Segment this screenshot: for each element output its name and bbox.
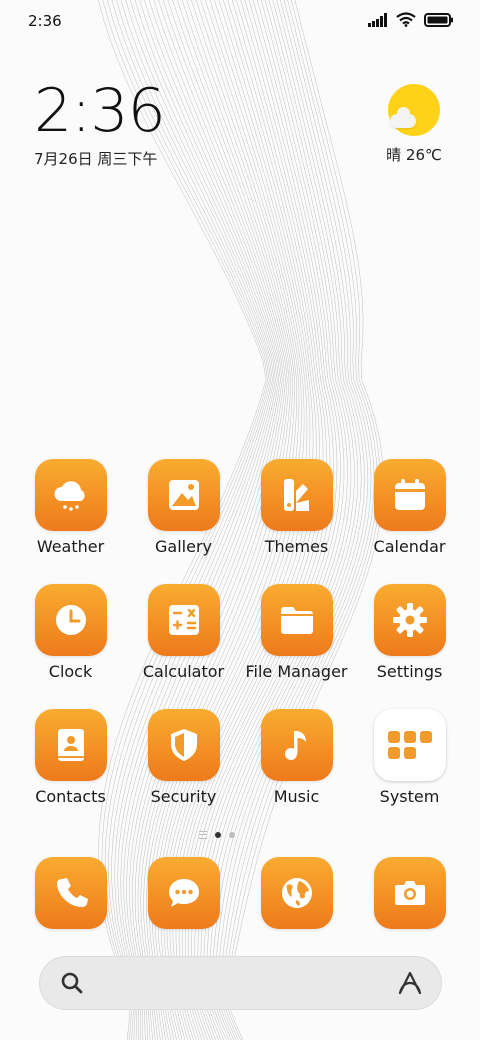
status-time: 2:36 [28,12,62,30]
assistant-icon[interactable] [396,969,424,997]
cloud-icon [34,459,107,531]
widget-time: 2:36 [34,76,166,146]
clock-icon [34,584,107,656]
status-bar: 2:36 [0,0,480,44]
app-contacts[interactable]: Contacts [14,709,127,806]
calculator-icon [147,584,220,656]
app-label: Security [150,787,217,806]
app-label: Music [273,787,320,806]
app-themes[interactable]: Themes [240,459,353,556]
app-calculator[interactable]: Calculator [127,584,240,681]
contacts-icon [34,709,107,781]
app-system-folder[interactable]: System [353,709,466,806]
app-calendar[interactable]: Calendar [353,459,466,556]
app-drawer-indicator [199,831,207,839]
app-label: File Manager [245,662,348,681]
palette-icon [260,459,333,531]
signal-icon [368,12,387,27]
app-file-manager[interactable]: File Manager [240,584,353,681]
dock-browser[interactable] [240,857,353,929]
status-icons [368,12,454,27]
app-clock[interactable]: Clock [14,584,127,681]
music-note-icon [260,709,333,781]
calendar-icon [373,459,446,531]
page-dot-current [215,832,221,838]
dock-messages[interactable] [127,857,240,929]
globe-icon [260,857,333,929]
app-label: Contacts [35,787,106,806]
shield-icon [147,709,220,781]
widget-date: 7月26日 周三下午 [34,150,158,168]
clock-widget[interactable]: 2:36 7月26日 周三下午 [34,76,166,169]
app-label: System [379,787,440,806]
app-label: Settings [376,662,443,681]
battery-icon [424,12,453,27]
dock [14,857,466,929]
phone-icon [34,857,107,929]
dock-phone[interactable] [14,857,127,929]
folder-grid-icon [373,709,446,781]
app-label: Calendar [373,537,446,556]
page-dot [229,832,235,838]
weather-text: 晴 26℃ [386,146,442,164]
folder-icon [260,584,333,656]
app-label: Calculator [142,662,225,681]
gear-icon [373,584,446,656]
dock-camera[interactable] [353,857,466,929]
sun-cloud-icon [388,84,440,136]
app-gallery[interactable]: Gallery [127,459,240,556]
search-bar[interactable] [39,956,442,1010]
wifi-icon [396,12,416,27]
search-icon [61,972,83,994]
app-weather[interactable]: Weather [14,459,127,556]
app-label: Clock [48,662,93,681]
message-icon [147,857,220,929]
image-icon [147,459,220,531]
weather-widget[interactable]: 晴 26℃ [384,84,444,165]
camera-icon [373,857,446,929]
app-label: Gallery [155,537,212,556]
page-indicator[interactable] [199,829,249,841]
app-security[interactable]: Security [127,709,240,806]
app-label: Themes [264,537,329,556]
app-music[interactable]: Music [240,709,353,806]
app-settings[interactable]: Settings [353,584,466,681]
app-label: Weather [36,537,105,556]
